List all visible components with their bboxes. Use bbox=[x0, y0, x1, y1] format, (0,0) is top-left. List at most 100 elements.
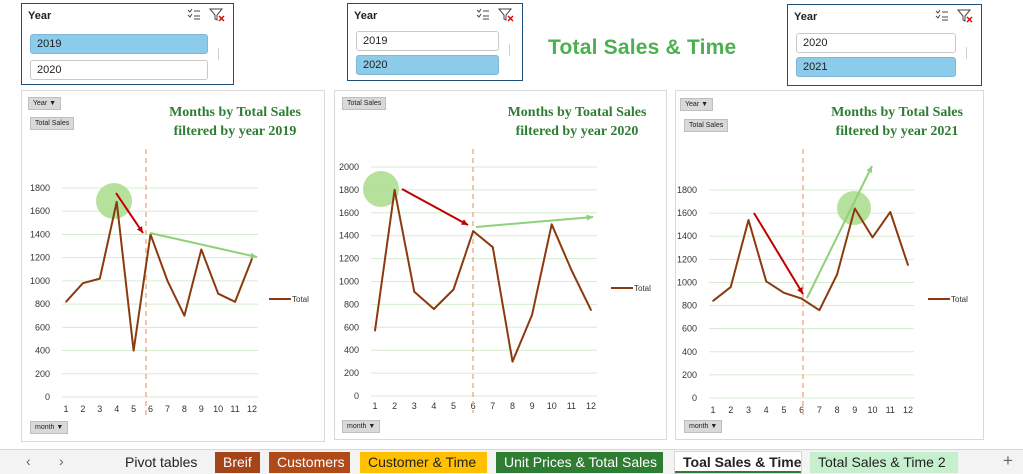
y-tick-label: 2000 bbox=[339, 162, 359, 172]
y-tick-label: 800 bbox=[682, 301, 697, 311]
sheet-tab-breif[interactable]: Breif bbox=[215, 452, 260, 473]
x-tick-label: 5 bbox=[781, 405, 786, 415]
y-tick-label: 1600 bbox=[677, 208, 697, 218]
x-tick-label: 3 bbox=[746, 405, 751, 415]
data-point bbox=[374, 329, 376, 332]
axis-field-button[interactable]: month ▼ bbox=[30, 421, 69, 434]
x-tick-label: 7 bbox=[490, 401, 495, 411]
multi-select-icon[interactable] bbox=[935, 9, 949, 21]
page-title: Total Sales & Time bbox=[548, 36, 737, 59]
sheet-tab-total-sales-time-2[interactable]: Total Sales & Time 2 bbox=[810, 452, 958, 473]
dropdown-icon: ▼ bbox=[710, 423, 718, 430]
scroll-left-icon[interactable]: ‹ bbox=[26, 453, 31, 469]
slicer-item-2020[interactable]: 2020 bbox=[356, 55, 499, 75]
slicer-scrollbar[interactable] bbox=[218, 48, 224, 60]
data-point bbox=[413, 291, 416, 293]
x-tick-label: 6 bbox=[148, 404, 153, 414]
chart-panel-2020[interactable]: 0 200 400 600 800 1000 1200 1400 1600 1800 2000 1 2 3… bbox=[334, 90, 667, 440]
data-point bbox=[472, 230, 474, 232]
chart-panel-2019[interactable]: 0 200 400 600 800 1000 1200 1400 1600 1800 1 2 3 4 5 6 7… bbox=[21, 90, 325, 442]
x-tick-label: 12 bbox=[903, 405, 913, 415]
x-tick-label: 7 bbox=[817, 405, 822, 415]
y-tick-label: 1000 bbox=[30, 276, 50, 286]
multi-select-icon[interactable] bbox=[187, 8, 201, 20]
values-field-button[interactable]: Total Sales bbox=[30, 117, 75, 130]
slicer-item-2020[interactable]: 2020 bbox=[30, 60, 208, 80]
x-tick-label: 2 bbox=[80, 404, 85, 414]
slicer-item-2019[interactable]: 2019 bbox=[356, 31, 499, 51]
trend-arrow-green-head bbox=[586, 214, 593, 221]
sheet-tab-customer-time[interactable]: Customer & Time bbox=[360, 452, 487, 473]
slicer-item-2020[interactable]: 2020 bbox=[796, 33, 956, 53]
clear-filter-icon[interactable] bbox=[209, 8, 225, 22]
slicer-header: Year bbox=[794, 11, 818, 23]
trend-arrow-red bbox=[401, 188, 469, 226]
data-point bbox=[854, 207, 856, 210]
year-field-button[interactable]: Year ▼ bbox=[680, 98, 714, 111]
sheet-tab-unit-prices-total-sales[interactable]: Unit Prices & Total Sales bbox=[496, 452, 663, 473]
axis-field-button[interactable]: month ▼ bbox=[342, 420, 381, 433]
line-chart-2021: 0200400600800100012001400160018001 2 3 4 5 6 7… bbox=[677, 149, 968, 417]
legend-label: Total bbox=[951, 295, 968, 304]
year-field-button[interactable]: Year ▼ bbox=[28, 97, 62, 110]
sheet-tab-pivot-tables[interactable]: Pivot tables bbox=[117, 452, 206, 473]
slicer-item-2021[interactable]: 2021 bbox=[796, 57, 956, 77]
y-tick-label: 1200 bbox=[339, 254, 359, 264]
chart-title: Months by Total Sales filtered by year 2… bbox=[160, 103, 310, 141]
x-tick-label: 8 bbox=[510, 401, 515, 411]
x-tick-label: 4 bbox=[114, 404, 119, 414]
x-tick-label: 2 bbox=[392, 401, 397, 411]
data-point bbox=[836, 273, 838, 276]
y-tick-label: 1400 bbox=[30, 229, 50, 239]
data-point bbox=[183, 314, 186, 317]
data-point bbox=[550, 223, 553, 226]
clear-filter-icon[interactable] bbox=[498, 8, 514, 22]
year-slicer-2[interactable]: Year 2019 2020 bbox=[347, 3, 523, 81]
legend-label: Total bbox=[292, 295, 309, 304]
y-tick-label: 1200 bbox=[677, 254, 697, 264]
slicer-header: Year bbox=[28, 10, 52, 22]
y-tick-label: 1000 bbox=[677, 277, 697, 287]
data-point bbox=[818, 309, 821, 311]
sheet-tab-bar: ‹ › Pivot tables Breif Customers Customer &… bbox=[0, 449, 1023, 474]
trend-arrow-green bbox=[806, 165, 873, 299]
sheet-tab-toal-sales-time[interactable]: Toal Sales & Time bbox=[675, 452, 802, 473]
filter-dropdown-icon: ▼ bbox=[49, 100, 57, 107]
data-point bbox=[452, 288, 455, 291]
data-point bbox=[800, 297, 803, 300]
y-tick-label: 1400 bbox=[677, 231, 697, 241]
scroll-right-icon[interactable]: › bbox=[59, 453, 64, 469]
year-slicer-3[interactable]: Year 2020 2021 bbox=[787, 4, 982, 86]
values-field-button[interactable]: Total Sales bbox=[684, 119, 729, 132]
y-tick-label: 600 bbox=[344, 322, 359, 332]
axis-field-button[interactable]: month ▼ bbox=[684, 420, 723, 433]
data-point bbox=[871, 236, 874, 239]
x-tick-label: 1 bbox=[63, 404, 68, 414]
clear-filter-icon[interactable] bbox=[957, 9, 973, 23]
chart-title: Months by Toatal Sales filtered by year … bbox=[497, 103, 657, 141]
y-tick-label: 800 bbox=[35, 299, 50, 309]
slicer-scrollbar[interactable] bbox=[509, 44, 515, 56]
data-point bbox=[712, 300, 714, 302]
slicer-item-2019[interactable]: 2019 bbox=[30, 34, 208, 54]
axis-field-label: month bbox=[689, 423, 709, 430]
year-slicer-1[interactable]: Year 2019 2020 bbox=[21, 3, 234, 85]
series-line-total bbox=[65, 200, 253, 352]
dropdown-icon: ▼ bbox=[56, 424, 64, 431]
slicer-scrollbar[interactable] bbox=[966, 47, 972, 59]
x-tick-label: 1 bbox=[710, 405, 715, 415]
year-field-label: Year bbox=[33, 100, 48, 107]
add-sheet-button[interactable]: + bbox=[1003, 451, 1013, 471]
chart-panel-2021[interactable]: 0 200 400 600 800 1000 1200 1400 1600 1800 1 2 3 4 5 6 7… bbox=[675, 90, 984, 440]
series-line-total bbox=[374, 188, 592, 363]
data-point bbox=[765, 280, 767, 283]
y-tick-label: 400 bbox=[35, 346, 50, 356]
data-point bbox=[200, 248, 203, 251]
values-field-button[interactable]: Total Sales bbox=[342, 97, 387, 110]
chart-title-line1: Months by Toatal Sales bbox=[507, 105, 647, 120]
sheet-tab-customers[interactable]: Customers bbox=[269, 452, 350, 473]
y-tick-label: 1400 bbox=[339, 231, 359, 241]
multi-select-icon[interactable] bbox=[476, 8, 490, 20]
data-point bbox=[729, 286, 732, 288]
chart-title-line1: Months by Total Sales bbox=[831, 105, 963, 120]
